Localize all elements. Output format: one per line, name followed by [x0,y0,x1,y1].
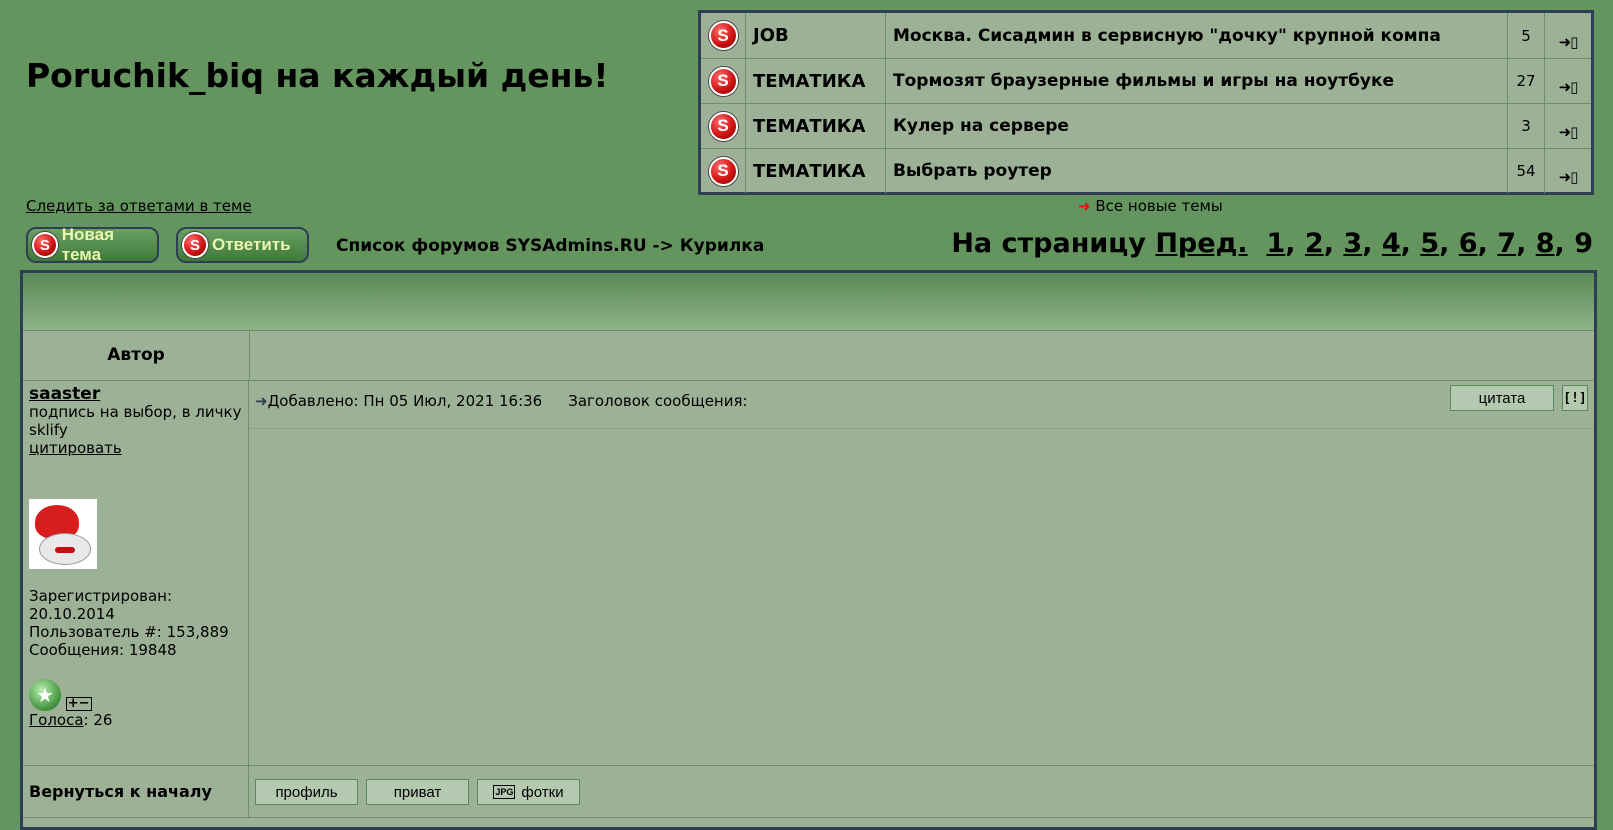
user-number: Пользователь #: 153,889 [29,623,229,641]
pagination-page[interactable]: 1 [1266,228,1285,259]
profile-button[interactable]: профиль [255,779,358,805]
topic-reply-count: 27 [1507,59,1544,103]
pagination-page[interactable]: 3 [1343,228,1362,259]
topic-category[interactable]: ТЕМАТИКА [745,149,885,193]
votes-count: : 26 [83,711,113,729]
pagination: На страницу Пред. 1, 2, 3, 4, 5, 6, 7, 8… [951,228,1593,259]
pagination-page[interactable]: 4 [1382,228,1401,259]
post-row: saaster подпись на выбор, в личку sklify… [23,380,1594,766]
post-table: Автор saaster подпись на выбор, в личку … [20,270,1597,830]
quote-author-link[interactable]: цитировать [29,439,242,457]
topic-reply-count: 3 [1507,104,1544,148]
s-logo-icon: S [708,21,738,50]
topic-title-link[interactable]: Выбрать роутер [885,149,1507,193]
pagination-page[interactable]: 6 [1459,228,1478,259]
new-topic-button[interactable]: S Новая тема [26,225,159,264]
registered-label: Зарегистрирован: [29,587,173,605]
new-topic-row[interactable]: S ТЕМАТИКА Выбрать роутер 54 ➜▯ [701,148,1591,193]
back-to-top-link[interactable]: Вернуться к началу [23,765,249,817]
new-topic-row[interactable]: S ТЕМАТИКА Тормозят браузерные фильмы и … [701,58,1591,103]
jpg-icon: JPG [493,785,516,799]
s-logo-icon: S [182,232,208,258]
goto-new-post-icon[interactable]: ➜▯ [1559,168,1579,186]
post-footer-row: Вернуться к началу профиль приват JPG фо… [23,765,1594,818]
reply-button[interactable]: S Ответить [176,227,309,263]
quote-button[interactable]: цитата [1450,385,1554,411]
all-new-topics-link[interactable]: Все новые темы [1095,197,1222,215]
post-subject-label: Заголовок сообщения: [568,392,748,410]
topic-category[interactable]: JOB [745,13,885,58]
topic-reply-count: 5 [1507,13,1544,58]
pagination-page[interactable]: 8 [1536,228,1555,259]
photos-label: фотки [521,783,564,801]
s-logo-icon: S [708,156,738,186]
site-title: Poruchik_biq на каждый день! [26,56,609,95]
post-content: ➜Добавлено: Пн 05 Июл, 2021 16:36 Заголов… [249,380,1594,765]
new-topics-table: S JOB Москва. Сисадмин в сервисную "дочк… [698,10,1594,195]
pagination-label: На страницу [951,228,1146,259]
topic-title-link[interactable]: Тормозят браузерные фильмы и игры на ноу… [885,59,1507,103]
reply-label: Ответить [212,235,291,254]
pagination-page[interactable]: 7 [1497,228,1516,259]
new-topic-row[interactable]: S ТЕМАТИКА Кулер на сервере 3 ➜▯ [701,103,1591,148]
votes-link[interactable]: Голоса [29,711,84,729]
pagination-page[interactable]: 2 [1305,228,1324,259]
post-header: ➜Добавлено: Пн 05 Июл, 2021 16:36 Заголов… [249,380,1594,429]
red-arrow-icon: ➜ [1078,197,1091,215]
registered-date: 20.10.2014 [29,605,115,623]
all-new-topics[interactable]: ➜ Все новые темы [1078,197,1223,215]
pagination-current: 9 [1574,228,1593,259]
new-topic-label: Новая тема [61,225,115,264]
s-logo-icon: S [708,66,738,96]
topic-title-link[interactable]: Кулер на сервере [885,104,1507,148]
topic-header-bar [23,273,1594,331]
pagination-prev[interactable]: Пред. [1155,228,1247,259]
topic-category[interactable]: ТЕМАТИКА [745,59,885,103]
goto-new-post-icon[interactable]: ➜▯ [1559,123,1579,141]
post-arrow-icon[interactable]: ➜ [255,392,268,410]
table-header-row: Автор [23,330,1594,381]
photos-button[interactable]: JPG фотки [477,779,580,805]
author-name-link[interactable]: saaster [29,385,242,403]
private-message-button[interactable]: приват [366,779,469,805]
author-signature-2: sklify [29,421,68,439]
topic-category[interactable]: ТЕМАТИКА [745,104,885,148]
report-button[interactable]: [!] [1562,385,1588,411]
author-panel: saaster подпись на выбор, в личку sklify… [23,380,249,765]
new-topic-row[interactable]: S JOB Москва. Сисадмин в сервисную "дочк… [701,13,1591,58]
topic-reply-count: 54 [1507,149,1544,193]
watch-topic-link[interactable]: Следить за ответами в теме [26,197,252,215]
goto-new-post-icon[interactable]: ➜▯ [1559,78,1579,96]
post-date: Добавлено: Пн 05 Июл, 2021 16:36 [267,392,543,410]
pagination-page[interactable]: 5 [1420,228,1439,259]
post-info: ➜Добавлено: Пн 05 Июл, 2021 16:36 Заголов… [255,392,748,410]
author-column-header: Автор [23,330,250,380]
s-logo-icon: S [708,111,738,141]
avatar [29,499,97,569]
message-count: Сообщения: 19848 [29,641,177,659]
author-signature: подпись на выбор, в личку [29,403,242,421]
topic-title-link[interactable]: Москва. Сисадмин в сервисную "дочку" кру… [885,13,1507,58]
vote-plus-minus-icon[interactable]: +− [65,697,92,711]
s-logo-icon: S [32,232,58,258]
breadcrumb[interactable]: Список форумов SYSAdmins.RU -> Курилка [336,236,764,256]
star-rank-icon: ★ [29,679,61,711]
goto-new-post-icon[interactable]: ➜▯ [1559,33,1579,51]
